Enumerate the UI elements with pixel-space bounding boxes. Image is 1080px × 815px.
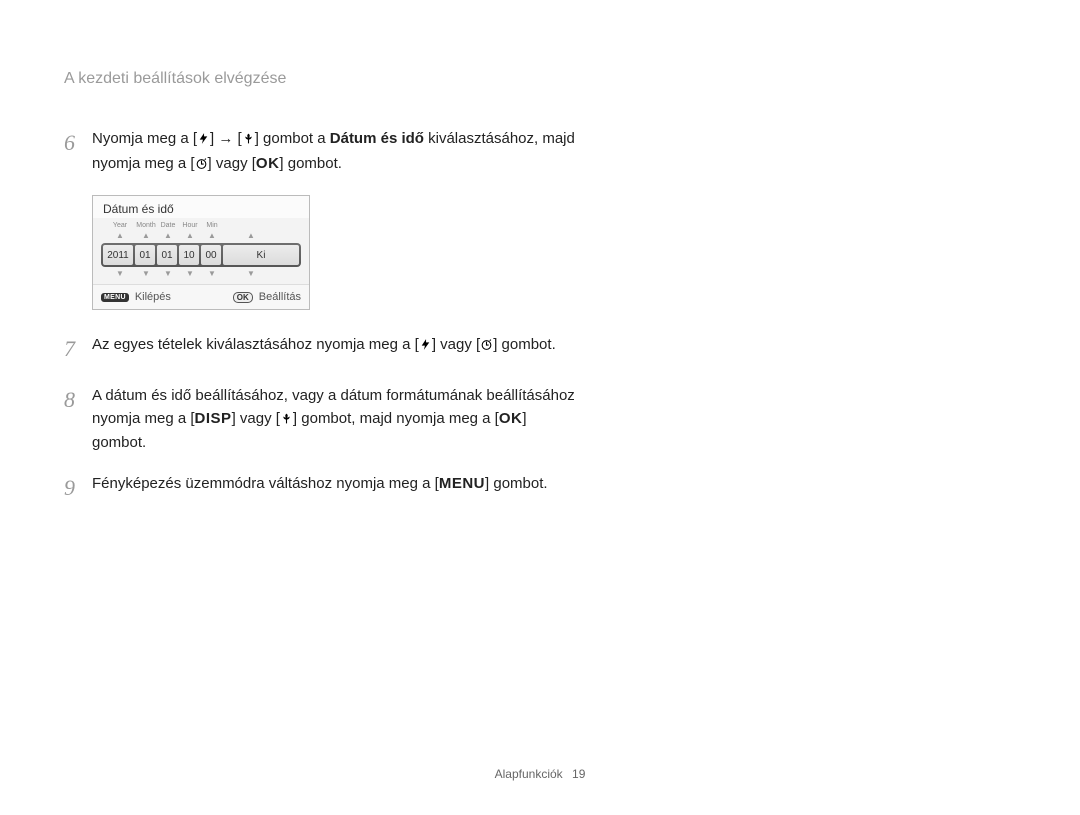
arrow-down-icon[interactable]: ▼ — [105, 269, 135, 278]
ok-label: OK — [256, 155, 280, 172]
step-8: 8 A dátum és idő beállításához, vagy a d… — [64, 385, 584, 455]
text: ] vagy [ — [208, 155, 256, 172]
set-label: Beállítás — [259, 291, 301, 303]
macro-icon — [242, 130, 255, 153]
menu-badge[interactable]: MENU — [101, 293, 129, 302]
value-month[interactable]: 01 — [135, 245, 155, 265]
page-footer: Alapfunkciók 19 — [0, 767, 1080, 781]
value-min[interactable]: 00 — [201, 245, 221, 265]
arrow-down-icon[interactable]: ▼ — [157, 269, 179, 278]
arrow-down-icon[interactable]: ▼ — [223, 269, 279, 278]
text: Nyomja meg a [ — [92, 130, 197, 147]
label-hour: Hour — [179, 222, 201, 229]
step-number: 6 — [64, 126, 92, 175]
step-7: 7 Az egyes tételek kiválasztásához nyomj… — [64, 334, 584, 367]
steps-list: 6 Nyomja meg a [ ] → [ ] gombot a Dátum … — [64, 128, 584, 506]
step-6: 6 Nyomja meg a [ ] → [ ] gombot a Dátum … — [64, 128, 584, 177]
arrow-down-icon[interactable]: ▼ — [135, 269, 157, 278]
arrow-up-icon[interactable]: ▲ — [179, 231, 201, 240]
lcd-column-labels: Year Month Date Hour Min — [101, 222, 301, 229]
step-body: Fényképezés üzemmódra váltáshoz nyomja m… — [92, 473, 584, 506]
menu-label: MENU — [439, 475, 485, 492]
label-date: Date — [157, 222, 179, 229]
manual-page: A kezdeti beállítások elvégzése 6 Nyomja… — [0, 0, 1080, 815]
macro-icon — [280, 410, 293, 433]
value-date[interactable]: 01 — [157, 245, 177, 265]
lcd-footer: MENU Kilépés OK Beállítás — [93, 284, 309, 309]
text: ] gombot, majd nyomja meg a [ — [293, 410, 499, 427]
step-number: 9 — [64, 471, 92, 504]
flash-icon — [419, 336, 432, 359]
disp-label: DISP — [195, 410, 232, 427]
step-number: 7 — [64, 332, 92, 365]
label-min: Min — [201, 222, 223, 229]
label-month: Month — [135, 222, 157, 229]
timer-icon — [195, 155, 208, 178]
header-title: A kezdeti beállítások elvégzése — [64, 70, 286, 87]
text: ] gombot. — [279, 155, 342, 172]
step-body: A dátum és idő beállításához, vagy a dát… — [92, 385, 584, 455]
text: Az egyes tételek kiválasztásához nyomja … — [92, 336, 419, 353]
arrow-down-icon[interactable]: ▼ — [179, 269, 201, 278]
footer-section: Alapfunkciók — [495, 767, 563, 781]
datetime-lcd: Dátum és idő Year Month Date Hour Min ▲ … — [92, 195, 310, 310]
arrow-up-icon[interactable]: ▲ — [157, 231, 179, 240]
ok-label: OK — [499, 410, 523, 427]
value-hour[interactable]: 10 — [179, 245, 199, 265]
ok-badge[interactable]: OK — [233, 292, 253, 303]
step-body: Az egyes tételek kiválasztásához nyomja … — [92, 334, 584, 367]
value-strip: 2011 01 01 10 00 Ki — [101, 243, 301, 267]
text: ] → [ — [210, 130, 242, 147]
text: Fényképezés üzemmódra váltáshoz nyomja m… — [92, 475, 439, 492]
text: ] vagy [ — [432, 336, 480, 353]
arrow-up-icon[interactable]: ▲ — [201, 231, 223, 240]
arrow-up-icon[interactable]: ▲ — [105, 231, 135, 240]
label-year: Year — [105, 222, 135, 229]
text: ] gombot a — [255, 130, 330, 147]
arrow-up-icon[interactable]: ▲ — [223, 231, 279, 240]
step-9: 9 Fényképezés üzemmódra váltáshoz nyomja… — [64, 473, 584, 506]
lcd-title: Dátum és idő — [93, 196, 309, 218]
text: ] gombot. — [493, 336, 556, 353]
value-year[interactable]: 2011 — [103, 245, 133, 265]
text: ] gombot. — [485, 475, 548, 492]
value-off[interactable]: Ki — [223, 245, 299, 265]
step-body: Nyomja meg a [ ] → [ ] gombot a Dátum és… — [92, 128, 584, 177]
exit-label: Kilépés — [135, 291, 171, 303]
footer-page-number: 19 — [572, 767, 585, 781]
arrow-down-icon[interactable]: ▼ — [201, 269, 223, 278]
text: ] vagy [ — [232, 410, 280, 427]
arrow-up-row: ▲ ▲ ▲ ▲ ▲ ▲ — [101, 231, 301, 240]
text-bold: Dátum és idő — [330, 130, 424, 147]
timer-icon — [480, 336, 493, 359]
page-header: A kezdeti beállítások elvégzése — [64, 70, 1016, 88]
step-number: 8 — [64, 383, 92, 453]
arrow-down-row: ▼ ▼ ▼ ▼ ▼ ▼ — [101, 269, 301, 278]
arrow-up-icon[interactable]: ▲ — [135, 231, 157, 240]
flash-icon — [197, 130, 210, 153]
lcd-body: Year Month Date Hour Min ▲ ▲ ▲ ▲ ▲ ▲ 201… — [93, 218, 309, 284]
